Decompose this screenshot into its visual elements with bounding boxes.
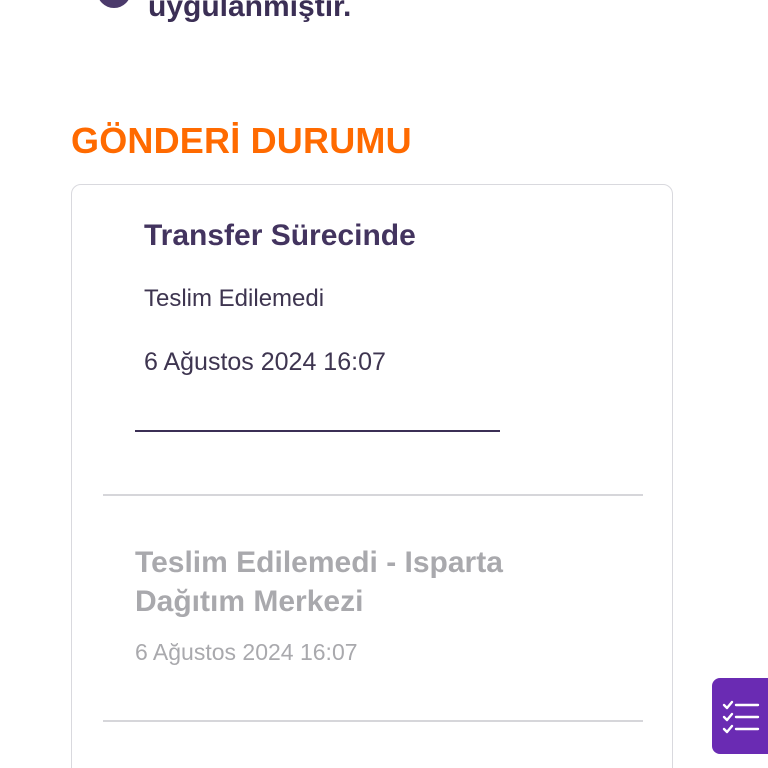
current-status-title: Transfer Sürecinde — [144, 219, 416, 252]
notice-text: uygulanmıştır. — [148, 0, 352, 23]
current-substatus: Teslim Edilemedi — [144, 285, 325, 312]
page: uygulanmıştır. GÖNDERİ DURUMU Transfer S… — [0, 0, 768, 768]
shipment-status-card: Transfer Sürecinde Teslim Edilemedi 6 Ağ… — [71, 184, 673, 768]
divider — [103, 494, 643, 496]
status-underline — [135, 430, 500, 432]
history-item-title: Teslim Edilemedi - Isparta Dağıtım Merke… — [135, 546, 503, 618]
section-title: GÖNDERİ DURUMU — [71, 120, 412, 161]
history-item-date: 6 Ağustos 2024 16:07 — [135, 639, 358, 665]
bullet-icon — [97, 0, 131, 8]
checklist-icon — [722, 700, 760, 734]
current-status-date: 6 Ağustos 2024 16:07 — [144, 348, 386, 376]
checklist-fab-button[interactable] — [712, 678, 768, 754]
divider — [103, 720, 643, 722]
